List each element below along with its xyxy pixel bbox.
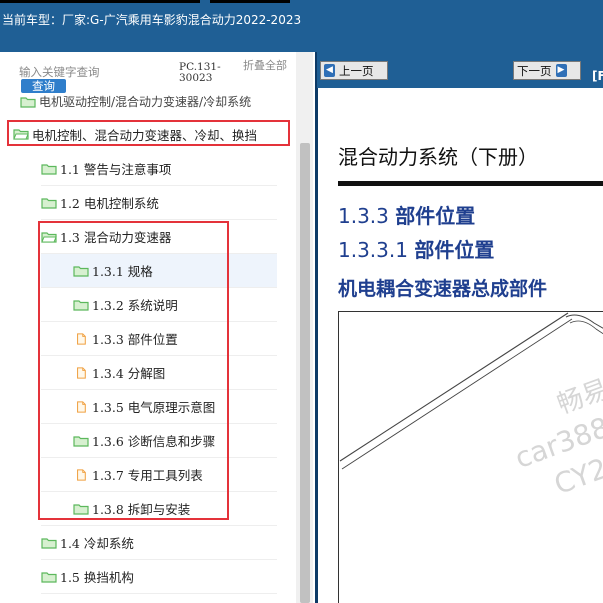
top-strip (210, 0, 290, 3)
folder-icon (41, 537, 57, 549)
prev-page-label: 上一页 (339, 63, 374, 78)
collapse-all-link[interactable]: 折叠全部 (243, 60, 289, 72)
folder-icon (41, 571, 57, 583)
search-placeholder: 输入关键字查询 (19, 65, 100, 79)
tree-section-label: 1.4 冷却系统 (60, 536, 134, 551)
heading-text: 部件位置 (414, 238, 495, 262)
folder-icon (41, 163, 57, 175)
highlight-box-chapter (7, 120, 290, 146)
tree-item-label: 电机驱动控制/混合动力变速器/冷却系统 (39, 95, 252, 108)
heading-text: 部件位置 (395, 204, 476, 228)
next-page-label: 下一页 (517, 63, 552, 78)
nav-cut-label[interactable]: [F (592, 69, 603, 83)
doc-code: PC.131-30023 (179, 61, 221, 84)
vehicle-value: 厂家:G-广汽乘用车影豹混合动力2022-2023 (62, 13, 302, 27)
heading-number: 1.3.3.1 (338, 238, 415, 262)
heading-1-3-3-1: 1.3.3.1 部件位置 (338, 234, 494, 263)
folder-icon (20, 97, 36, 108)
tree-panel: 输入关键字查询 查询 PC.131-30023 折叠全部 电机驱动控制/混合动力… (0, 52, 313, 603)
arrow-right-icon: ▶ (555, 64, 567, 77)
tree-section-1-1[interactable]: 1.1 警告与注意事项 (41, 152, 277, 186)
scrollbar-thumb[interactable] (300, 143, 310, 603)
next-page-button[interactable]: 下一页 ▶ (513, 61, 581, 80)
document-viewer: ◀ 上一页 下一页 ▶ [F 混合动力系统（下册） 1.3.3 部件位置 1.3… (315, 52, 603, 603)
tree-section-1-4[interactable]: 1.4 冷却系统 (41, 526, 277, 560)
tree-section-1-2[interactable]: 1.2 电机控制系统 (41, 186, 277, 220)
prev-page-button[interactable]: ◀ 上一页 (320, 61, 388, 80)
current-vehicle: 当前车型：厂家:G-广汽乘用车影豹混合动力2022-2023 (2, 11, 301, 28)
tree-item-cut[interactable]: 电机驱动控制/混合动力变速器/冷却系统 (20, 90, 292, 108)
tree-section-1-5[interactable]: 1.5 换挡机构 (41, 560, 277, 594)
highlight-box-subsections (38, 221, 229, 520)
document-border (315, 88, 318, 603)
folder-icon (41, 197, 57, 209)
title-rule (338, 181, 603, 186)
heading-number: 1.3.3 (338, 204, 396, 228)
document-title: 混合动力系统（下册） (338, 145, 538, 169)
tree-section-label: 1.2 电机控制系统 (60, 196, 159, 211)
page-nav-bar: ◀ 上一页 下一页 ▶ [F (315, 52, 603, 88)
heading-1-3-3: 1.3.3 部件位置 (338, 200, 475, 229)
top-bar: 当前车型：厂家:G-广汽乘用车影豹混合动力2022-2023 (0, 0, 603, 52)
tree-section-label: 1.1 警告与注意事项 (60, 162, 172, 177)
vehicle-label: 当前车型： (2, 13, 63, 27)
top-strip (0, 0, 200, 3)
tree-section-label: 1.5 换挡机构 (60, 570, 134, 585)
arrow-left-icon: ◀ (324, 64, 335, 77)
figure-title: 机电耦合变速器总成部件 (338, 278, 548, 300)
